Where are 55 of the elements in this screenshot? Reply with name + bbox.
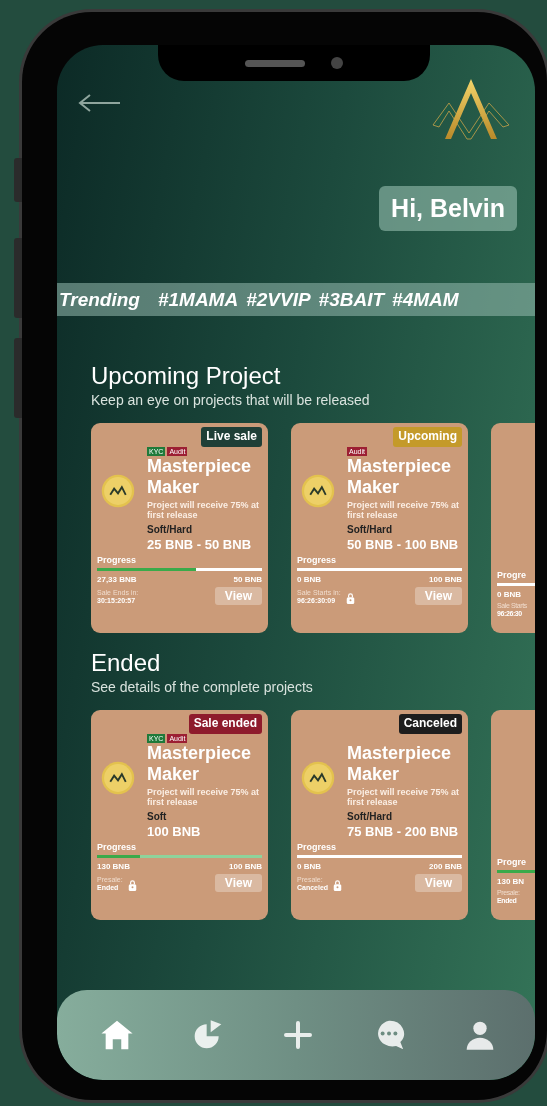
project-name: Masterpiece Maker xyxy=(347,456,453,498)
back-arrow-icon[interactable] xyxy=(78,93,122,113)
progress-label: Progress xyxy=(97,842,138,852)
trending-label: Trending xyxy=(59,289,140,311)
raised-amount: 0 BNB xyxy=(297,862,321,871)
cap-label: Soft/Hard xyxy=(147,524,193,535)
status-badge: Upcoming xyxy=(393,427,462,447)
target-amount: 100 BNB xyxy=(229,862,262,871)
coin-logo-icon xyxy=(301,474,335,508)
section-title: Upcoming Project xyxy=(91,362,282,390)
target-amount: 100 BNB xyxy=(429,575,462,584)
cap-label: Soft/Hard xyxy=(347,811,393,822)
greeting-label: Hi, Belvin xyxy=(379,186,517,231)
section-title: Ended xyxy=(91,649,162,677)
hashtag-link[interactable]: #1MAMA xyxy=(157,289,239,311)
progress-label: Progress xyxy=(97,555,138,565)
progress-label: Progre xyxy=(497,570,527,580)
target-amount: 200 BNB xyxy=(429,862,462,871)
status-badge: Sale ended xyxy=(188,714,262,734)
coin-logo-icon xyxy=(101,761,135,795)
person-icon[interactable] xyxy=(464,1019,496,1051)
progress-label: Progress xyxy=(297,842,338,852)
coin-logo-icon xyxy=(101,474,135,508)
status-badge: Live sale xyxy=(201,427,262,447)
section-subtitle: Keep an eye on projects that will be released xyxy=(91,392,371,408)
pie-chart-icon[interactable] xyxy=(192,1019,224,1051)
cap-value: 100 BNB xyxy=(147,824,202,839)
cap-value: 25 BNB - 50 BNB xyxy=(147,537,253,552)
project-name: Masterpiece Maker xyxy=(147,743,253,785)
project-description: Project will receive 75% at first release xyxy=(147,787,261,807)
cap-value: 50 BNB - 100 BNB xyxy=(347,537,460,552)
progress-label: Progress xyxy=(297,555,338,565)
raised-amount: 130 BN xyxy=(497,877,525,886)
raised-amount: 0 BNB xyxy=(297,575,321,584)
raised-amount: 27,33 BNB xyxy=(97,575,137,584)
progress-label: Progre xyxy=(497,857,527,867)
cap-label: Soft/Hard xyxy=(347,524,393,535)
section-subtitle: See details of the complete projects xyxy=(91,679,314,695)
project-description: Project will receive 75% at first release xyxy=(147,500,261,520)
project-name: Masterpiece Maker xyxy=(147,456,253,498)
status-badge: Canceled xyxy=(398,714,462,734)
cap-value: 75 BNB - 200 BNB xyxy=(347,824,460,839)
plus-icon[interactable] xyxy=(282,1019,314,1051)
target-amount: 50 BNB xyxy=(233,575,262,584)
coin-logo-icon xyxy=(301,761,335,795)
cap-label: Soft xyxy=(147,811,168,822)
hashtag-link[interactable]: #4MAM xyxy=(392,289,459,311)
hashtag-link[interactable]: #2VVIP xyxy=(246,289,311,311)
raised-amount: 0 BNB xyxy=(497,590,521,599)
raised-amount: 130 BNB xyxy=(97,862,130,871)
project-description: Project will receive 75% at first release xyxy=(347,787,461,807)
home-icon[interactable] xyxy=(100,1018,134,1052)
project-description: Project will receive 75% at first release xyxy=(347,500,461,520)
project-name: Masterpiece Maker xyxy=(347,743,453,785)
hashtag-link[interactable]: #3BAIT xyxy=(318,289,385,311)
